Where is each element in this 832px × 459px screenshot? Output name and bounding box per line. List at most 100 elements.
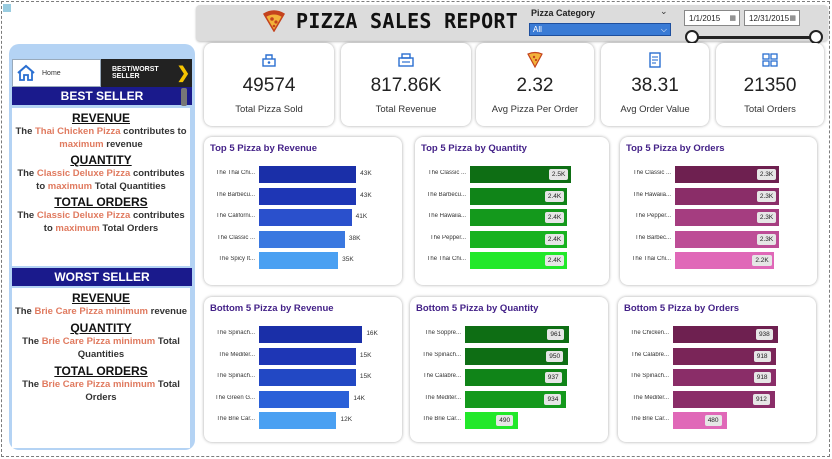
bar[interactable] bbox=[259, 230, 345, 248]
bar-row[interactable]: The Spicy It... 35K bbox=[204, 252, 402, 269]
bar-category-label: The Hawaiia... bbox=[427, 213, 466, 219]
bar-row[interactable]: The Mediter... 912 bbox=[618, 390, 816, 408]
pizza-category-dropdown[interactable]: All ⌵ bbox=[529, 23, 671, 36]
chart-bottom5-orders: Bottom 5 Pizza by Orders The Chicken... 9… bbox=[618, 297, 816, 442]
kpi-value: 21350 bbox=[743, 75, 797, 96]
bar[interactable] bbox=[259, 166, 357, 183]
bar-row[interactable]: The Classic ... 2.5K bbox=[415, 166, 609, 183]
bar-value-label: 937 bbox=[544, 372, 562, 383]
home-icon bbox=[17, 64, 35, 81]
bar-category-label: The Pepper... bbox=[429, 234, 466, 241]
date-range-end-handle[interactable] bbox=[809, 30, 823, 44]
bar-category-label: The Calabre... bbox=[630, 351, 669, 358]
title-group: PIZZA SALES REPORT bbox=[262, 9, 518, 33]
bar-category-label: The Thai Chi... bbox=[215, 170, 255, 176]
bar-row[interactable]: The Spinach... 16K bbox=[204, 326, 402, 343]
best-worst-nav-button[interactable]: BEST/WORST SELLER ❯ bbox=[101, 59, 192, 87]
pizza-category-value: All bbox=[533, 25, 542, 34]
bar[interactable] bbox=[259, 187, 357, 205]
bar-row[interactable]: The Mediter... 15K bbox=[204, 347, 402, 365]
bar-row[interactable]: The Spinach... 15K bbox=[204, 369, 402, 386]
chevron-down-icon: ⌵ bbox=[660, 24, 667, 34]
orders-icon bbox=[762, 53, 778, 67]
bar-value-label: 2.4K bbox=[544, 255, 565, 266]
bar-row[interactable]: The Pepper... 2.4K bbox=[415, 230, 609, 248]
bar-row[interactable]: The Barbecu... 43K bbox=[204, 187, 402, 205]
cash-register-icon bbox=[398, 53, 414, 67]
receipt-icon bbox=[649, 52, 661, 68]
bar-row[interactable]: The Spinach... 918 bbox=[618, 369, 816, 386]
date-range-track bbox=[692, 36, 816, 39]
bar-value-label: 480 bbox=[704, 415, 722, 426]
bar-row[interactable]: The Green G... 14K bbox=[204, 390, 402, 408]
worst-seller-heading: WORST SELLER bbox=[12, 268, 192, 286]
bar-category-label: The Mediter... bbox=[424, 394, 461, 401]
bar-row[interactable]: The Classic ... 2.3K bbox=[620, 166, 817, 183]
slicer-collapse-chevron-icon[interactable]: ⌄ bbox=[660, 6, 668, 17]
bar-category-label: The Thai Chi... bbox=[426, 256, 466, 262]
bar-row[interactable]: The Classic ... 38K bbox=[204, 230, 402, 248]
calendar-icon[interactable]: ▦ bbox=[789, 14, 796, 22]
bar-row[interactable]: The Hawaiia... 2.4K bbox=[415, 209, 609, 226]
pizza-slice-icon bbox=[527, 51, 543, 69]
worst-revenue-text: The Brie Care Pizza minimum revenue bbox=[14, 306, 188, 317]
bar[interactable] bbox=[259, 390, 350, 408]
bar-value-label: 43K bbox=[360, 170, 372, 177]
bar-row[interactable]: The Soppre... 961 bbox=[410, 326, 608, 343]
bar[interactable] bbox=[259, 369, 356, 386]
home-nav-label: Home bbox=[42, 69, 61, 77]
bar-category-label: The Barbecu... bbox=[426, 191, 466, 198]
bar-row[interactable]: The Calabre... 918 bbox=[618, 347, 816, 365]
bar-row[interactable]: The Chicken... 938 bbox=[618, 326, 816, 343]
best-seller-panel: REVENUE The Thai Chicken Pizza contribut… bbox=[12, 108, 190, 266]
date-range-start-handle[interactable] bbox=[685, 30, 699, 44]
bar-row[interactable]: The Brie Car... 12K bbox=[204, 412, 402, 429]
bar-category-label: The Brie Car... bbox=[630, 416, 669, 422]
bar-row[interactable]: The Thai Chi... 2.2K bbox=[620, 252, 817, 269]
home-nav-button[interactable]: Home bbox=[12, 59, 101, 87]
worst-orders-text: The Brie Care Pizza minimum Total Orders bbox=[22, 379, 180, 403]
start-date-input[interactable]: 1/1/2015 ▦ bbox=[684, 10, 740, 26]
kpi-value: 817.86K bbox=[370, 75, 442, 96]
bar-category-label: The Classic ... bbox=[632, 170, 671, 176]
bar-category-label: The Barbec... bbox=[634, 234, 671, 241]
bar[interactable] bbox=[259, 252, 339, 269]
bar-row[interactable]: The Thai Chi... 43K bbox=[204, 166, 402, 183]
sidebar-scrollbar[interactable] bbox=[181, 88, 187, 106]
bar-row[interactable]: The Barbec... 2.3K bbox=[620, 230, 817, 248]
bar-row[interactable]: The Calabre... 937 bbox=[410, 369, 608, 386]
bar[interactable] bbox=[259, 209, 352, 226]
bar[interactable] bbox=[259, 347, 356, 365]
bar-value-label: 2.4K bbox=[544, 190, 565, 202]
bar-category-label: The Classic ... bbox=[427, 170, 466, 176]
bar-category-label: The Spinach... bbox=[216, 373, 255, 379]
bar-row[interactable]: The Brie Car... 480 bbox=[618, 412, 816, 429]
bar-row[interactable]: The Pepper... 2.3K bbox=[620, 209, 817, 226]
bar-row[interactable]: The Hawaiia... 2.3K bbox=[620, 187, 817, 205]
bar-value-label: 918 bbox=[753, 350, 771, 362]
bar-value-label: 41K bbox=[355, 213, 368, 220]
focus-corner-marker bbox=[3, 4, 11, 12]
bar-row[interactable]: The Californi... 41K bbox=[204, 209, 402, 226]
bar-row[interactable]: The Brie Car... 490 bbox=[410, 412, 608, 429]
bar[interactable] bbox=[259, 326, 363, 343]
bar-row[interactable]: The Barbecu... 2.4K bbox=[415, 187, 609, 205]
best-revenue-title: REVENUE bbox=[71, 111, 130, 125]
bar[interactable] bbox=[259, 412, 337, 429]
bar-row[interactable]: The Spinach... 950 bbox=[410, 347, 608, 365]
bar-row[interactable]: The Thai Chi... 2.4K bbox=[415, 252, 609, 269]
kpi-card-avg-pizza-per-order: 2.32 Avg Pizza Per Order bbox=[476, 43, 594, 126]
bar-value-label: 938 bbox=[755, 329, 773, 340]
bar-category-label: The Soppre... bbox=[424, 330, 461, 336]
kpi-card-total-revenue: 817.86K Total Revenue bbox=[341, 43, 471, 126]
bar-category-label: The Spinach... bbox=[630, 373, 669, 379]
bar-category-label: The Californi... bbox=[215, 213, 255, 219]
worst-quantity-title: QUANTITY bbox=[70, 321, 132, 335]
end-date-input[interactable]: 12/31/2015 ▦ bbox=[744, 10, 800, 26]
calendar-icon[interactable]: ▦ bbox=[729, 14, 736, 22]
bar-category-label: The Spinach... bbox=[216, 330, 255, 336]
chart-title: Bottom 5 Pizza by Quantity bbox=[416, 303, 539, 314]
bar-category-label: The Classic ... bbox=[216, 234, 255, 241]
bar-row[interactable]: The Mediter... 934 bbox=[410, 390, 608, 408]
bar-category-label: The Chicken... bbox=[630, 330, 669, 336]
